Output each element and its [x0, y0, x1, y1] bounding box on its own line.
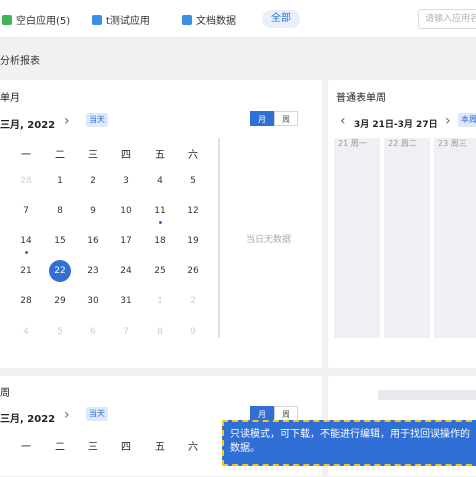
calendar-day[interactable]: 7 [115, 321, 137, 343]
section-title: 分析报表 [0, 56, 40, 67]
calendar-day[interactable]: 7 [15, 200, 37, 222]
view-month-toggle[interactable]: 月 [250, 111, 274, 126]
calendar-day[interactable]: 2 [82, 170, 104, 192]
week-range-label: 3月 21日-3月 27日 [354, 120, 438, 130]
calendar-day[interactable]: 31 [115, 290, 137, 312]
calendar-day[interactable]: 28 [15, 290, 37, 312]
day-column[interactable] [434, 138, 476, 338]
app-tab-docs[interactable]: 文档数据 [182, 12, 236, 27]
calendar-day[interactable]: 18 [149, 230, 171, 252]
app-tab-blank[interactable]: 空白应用(5) [2, 12, 70, 27]
calendar-day[interactable]: 14 [15, 230, 37, 252]
chevron-right-icon[interactable]: › [64, 408, 70, 422]
card-title: 周 [0, 388, 10, 399]
calendar-day[interactable]: 29 [49, 290, 71, 312]
view-month-toggle[interactable]: 月 [250, 406, 274, 421]
calendar-day[interactable]: 1 [149, 290, 171, 312]
calendar-day[interactable]: 12 [182, 200, 204, 222]
app-icon [2, 14, 12, 25]
calendar-day[interactable]: 1 [49, 170, 71, 192]
calendar-day[interactable]: 6 [82, 321, 104, 343]
chevron-left-icon[interactable]: ‹ [340, 114, 346, 128]
weekday-label: 一 [21, 442, 31, 453]
top-bar: 空白应用(5) t测试应用 文档数据 全部 请输入应用名 [0, 0, 476, 38]
read-only-tooltip: 只读模式，可下载，不能进行编辑，用于找回误操作的数据。 [222, 420, 476, 466]
loading-placeholder [378, 390, 476, 400]
weekday-label: 四 [121, 442, 131, 453]
day-column[interactable] [384, 138, 430, 338]
calendar-day[interactable]: 24 [115, 260, 137, 282]
month-label: 三月, 2022 [0, 120, 56, 131]
chevron-right-icon[interactable]: › [445, 114, 451, 128]
no-data-text: 当日无数据 [246, 235, 292, 245]
weekday-label: 五 [155, 150, 165, 161]
app-tab-test[interactable]: t测试应用 [92, 12, 150, 27]
chevron-right-icon[interactable]: › [64, 114, 70, 128]
weekday-label: 二 [55, 150, 65, 161]
event-dot [25, 251, 28, 254]
week-calendar-card: 普通表单周 ‹ 3月 21日-3月 27日 › 本周 21 周一 22 周二 2… [328, 80, 476, 368]
calendar-day[interactable]: 25 [149, 260, 171, 282]
calendar-day[interactable]: 15 [49, 230, 71, 252]
calendar-day[interactable]: 5 [182, 170, 204, 192]
app-icon [182, 14, 192, 25]
calendar-day[interactable]: 4 [15, 321, 37, 343]
weekday-label: 五 [155, 442, 165, 453]
weekday-label: 二 [55, 442, 65, 453]
calendar-day[interactable]: 9 [182, 321, 204, 343]
calendar-day[interactable]: 8 [49, 200, 71, 222]
day-column-header: 22 周二 [388, 139, 417, 148]
weekday-label: 一 [21, 150, 31, 161]
weekday-label: 四 [121, 150, 131, 161]
view-week-toggle[interactable]: 周 [274, 406, 298, 421]
today-button[interactable]: 当天 [86, 407, 108, 421]
calendar-day[interactable]: 11 [149, 200, 171, 222]
month-calendar-card: 单月 三月, 2022 › 当天 月 周 一 二 三 四 五 六 28 1 2 3 4 5… [0, 80, 322, 368]
weekday-label: 六 [188, 150, 198, 161]
calendar-day[interactable]: 19 [182, 230, 204, 252]
calendar-day[interactable]: 5 [49, 321, 71, 343]
weekday-label: 三 [88, 442, 98, 453]
card-title: 普通表单周 [336, 93, 386, 104]
app-tab-label: t测试应用 [106, 16, 150, 27]
day-column-header: 21 周一 [338, 139, 367, 148]
event-dot [159, 221, 162, 224]
calendar-day[interactable]: 8 [149, 321, 171, 343]
calendar-day[interactable]: 4 [149, 170, 171, 192]
divider [218, 138, 220, 338]
calendar-day[interactable]: 22 [49, 260, 71, 282]
app-tab-label: 空白应用(5) [16, 16, 71, 27]
calendar-day[interactable]: 26 [182, 260, 204, 282]
calendar-day[interactable]: 10 [115, 200, 137, 222]
calendar-day[interactable]: 3 [115, 170, 137, 192]
day-column-header: 23 周三 [438, 139, 467, 148]
calendar-day[interactable]: 28 [15, 170, 37, 192]
calendar-day[interactable]: 23 [82, 260, 104, 282]
month-label: 三月, 2022 [0, 414, 56, 425]
today-button[interactable]: 当天 [86, 113, 108, 127]
app-tab-label: 文档数据 [196, 16, 236, 27]
calendar-day[interactable]: 30 [82, 290, 104, 312]
search-input[interactable]: 请输入应用名 [418, 9, 476, 29]
all-filter-button[interactable]: 全部 [262, 10, 300, 28]
calendar-day[interactable]: 21 [15, 260, 37, 282]
card-title: 单月 [0, 93, 20, 104]
weekday-label: 六 [188, 442, 198, 453]
calendar-day[interactable]: 17 [115, 230, 137, 252]
calendar-day[interactable]: 16 [82, 230, 104, 252]
day-column[interactable] [334, 138, 380, 338]
weekday-label: 三 [88, 150, 98, 161]
view-week-toggle[interactable]: 周 [274, 111, 298, 126]
this-week-button[interactable]: 本周 [458, 113, 476, 127]
calendar-day[interactable]: 9 [82, 200, 104, 222]
calendar-day[interactable]: 2 [182, 290, 204, 312]
app-icon [92, 14, 102, 25]
